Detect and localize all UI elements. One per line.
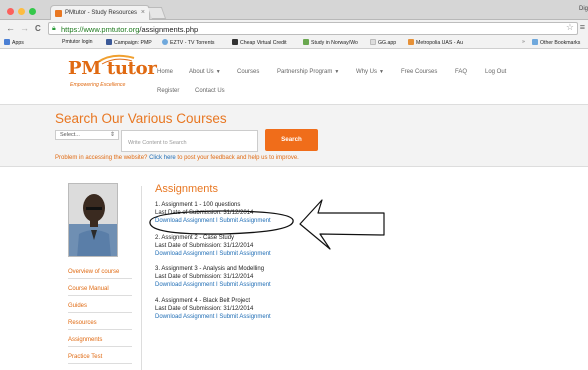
feedback-link[interactable]: Click here: [149, 155, 176, 161]
nav-faq[interactable]: FAQ: [455, 69, 467, 75]
nav-free-courses[interactable]: Free Courses: [401, 69, 437, 75]
url-host: www.pmtutor.org: [83, 25, 140, 34]
new-tab-button[interactable]: [147, 7, 167, 19]
assignment-date: Last Date of Submission: 31/12/2014: [155, 243, 254, 249]
url-input[interactable]: 🔒︎ https://www.pmtutor.org/assignments.p…: [48, 22, 578, 35]
page-icon: [370, 39, 376, 45]
nav-contact[interactable]: Contact Us: [195, 88, 225, 94]
nav-courses[interactable]: Courses: [237, 69, 259, 75]
facebook-icon: [106, 39, 112, 45]
nav-home[interactable]: Home: [157, 69, 173, 75]
favicon-icon: [55, 10, 62, 17]
folder-icon: [532, 39, 538, 45]
nav-why-us[interactable]: Why Us ▼: [356, 69, 384, 75]
bookmarks-overflow-icon[interactable]: »: [522, 39, 525, 45]
sidebar-item-practice-test[interactable]: Practice Test: [68, 354, 132, 364]
bookmark-item[interactable]: Study in Norway/Wo: [303, 39, 358, 46]
nav-logout[interactable]: Log Out: [485, 69, 506, 75]
url-path: /assignments.php: [139, 25, 199, 34]
assignment-links[interactable]: Download Assignment I Submit Assignment: [155, 314, 271, 320]
bookmark-item[interactable]: Campaign: PMP: [106, 39, 152, 46]
browser-tab-strip: PMtutor - Study Resources × Dig: [0, 0, 588, 20]
assignment-date: Last Date of Submission: 31/12/2014: [155, 274, 254, 280]
apps-grid-icon: [4, 39, 10, 45]
select-arrows-icon: ⇕: [109, 132, 115, 138]
tab-title: PMtutor - Study Resources: [65, 10, 138, 16]
bookmark-item[interactable]: GG.app: [370, 39, 396, 46]
close-window-icon[interactable]: [7, 8, 14, 15]
assignment-links[interactable]: Download Assignment I Submit Assignment: [155, 218, 271, 224]
column-divider: [141, 186, 142, 370]
feedback-notice: Problem in accessing the website? Click …: [55, 155, 299, 161]
search-title: Search Our Various Courses: [55, 111, 227, 126]
nav-partnership[interactable]: Partnership Program ▼: [277, 69, 339, 75]
course-search-section: Search Our Various Courses Select... ⇕ W…: [0, 105, 588, 167]
address-bar-row: ← → C 🔒︎ https://www.pmtutor.org/assignm…: [0, 20, 588, 37]
bookmark-item[interactable]: EZTV - TV Torrents: [162, 39, 215, 46]
globe-icon: [162, 39, 168, 45]
bookmark-item[interactable]: Cheap Virtual Credit: [232, 39, 287, 46]
lock-icon: 🔒︎: [52, 25, 56, 32]
sidebar-item-guides[interactable]: Guides: [68, 303, 132, 313]
profile-label[interactable]: Dig: [579, 6, 588, 12]
search-button[interactable]: Search: [265, 129, 318, 151]
maximize-window-icon[interactable]: [29, 8, 36, 15]
category-select[interactable]: Select... ⇕: [55, 130, 119, 140]
url-scheme: https://: [61, 25, 84, 34]
main-content: Overview of course Course Manual Guides …: [0, 168, 588, 370]
assignment-name: 1. Assignment 1 - 100 questions: [155, 202, 241, 208]
bookmark-item[interactable]: Pmtutor login: [62, 39, 93, 45]
sidebar-item-course-manual[interactable]: Course Manual: [68, 286, 132, 296]
logo-tagline: Empowering Excellence: [70, 82, 126, 88]
bookmark-star-icon[interactable]: ☆: [566, 22, 574, 33]
back-arrow-icon[interactable]: ←: [6, 23, 15, 33]
assignment-date: Last Date of Submission: 31/12/2014: [155, 210, 254, 216]
forward-arrow-icon[interactable]: →: [20, 23, 29, 33]
site-logo[interactable]: PM tutor Empowering Excellence: [68, 54, 157, 100]
assignment-name: 2. Assignment 2 - Case Study: [155, 235, 235, 241]
avatar: [68, 183, 118, 257]
assignment-name: 3. Assignment 3 - Analysis and Modelling: [155, 266, 265, 272]
assignments-title: Assignments: [155, 183, 218, 195]
site-header: PM tutor Empowering Excellence Home Abou…: [0, 49, 588, 104]
sidebar-item-resources[interactable]: Resources: [68, 320, 132, 330]
assignment-links[interactable]: Download Assignment I Submit Assignment: [155, 282, 271, 288]
chevron-down-icon: ▼: [215, 69, 221, 75]
bookmark-item[interactable]: Metropolia UAS - Au: [408, 39, 463, 46]
assignment-name: 4. Assignment 4 - Black Belt Project: [155, 298, 251, 304]
menu-icon[interactable]: ≡: [580, 22, 585, 32]
assignment-links[interactable]: Download Assignment I Submit Assignment: [155, 251, 271, 257]
chevron-down-icon: ▼: [334, 69, 340, 75]
sidebar-item-overview[interactable]: Overview of course: [68, 269, 132, 279]
card-icon: [232, 39, 238, 45]
assignment-date: Last Date of Submission: 31/12/2014: [155, 306, 254, 312]
tab-close-icon[interactable]: ×: [141, 9, 145, 16]
search-input[interactable]: Write Content to Search: [121, 130, 258, 152]
bookmarks-bar: Apps Pmtutor login Campaign: PMP EZTV - …: [0, 37, 588, 49]
user-photo-icon: [69, 184, 117, 256]
sidebar-item-assignments[interactable]: Assignments: [68, 337, 132, 347]
chevron-down-icon: ▼: [379, 69, 384, 75]
logo-text: PM tutor: [68, 58, 157, 79]
minimize-window-icon[interactable]: [18, 8, 25, 15]
nav-about[interactable]: About Us ▼: [189, 69, 221, 75]
bookmark-other[interactable]: Other Bookmarks: [532, 39, 580, 46]
metropolia-icon: [408, 39, 414, 45]
leaf-icon: [303, 39, 309, 45]
reload-icon[interactable]: C: [35, 24, 41, 33]
browser-tab[interactable]: PMtutor - Study Resources ×: [50, 5, 150, 20]
bookmark-apps[interactable]: Apps: [4, 39, 24, 46]
nav-register[interactable]: Register: [157, 88, 179, 94]
